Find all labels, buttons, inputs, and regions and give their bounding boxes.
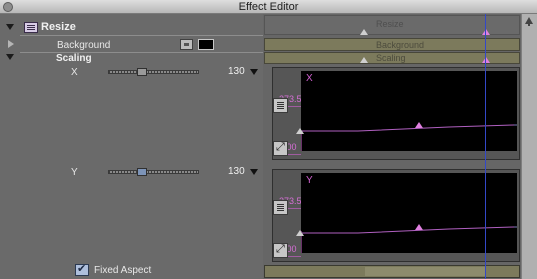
y-slider[interactable] — [108, 170, 199, 174]
eyedropper-icon[interactable] — [180, 39, 193, 50]
y-value[interactable]: 130 — [228, 166, 245, 177]
resize-track[interactable]: Resize — [264, 15, 520, 35]
fixed-aspect-checkbox[interactable] — [75, 262, 89, 276]
disclosure-triangle-icon[interactable] — [8, 40, 14, 48]
zoom-icon[interactable] — [273, 243, 288, 258]
scaling-label: Scaling — [56, 53, 92, 64]
band-label-background: Background — [376, 40, 425, 50]
band-label-scaling: Scaling — [376, 53, 406, 63]
timeline-position-bar[interactable] — [264, 265, 520, 278]
scroll-up-icon[interactable] — [525, 17, 533, 26]
x-value[interactable]: 130 — [228, 66, 245, 77]
parameter-panel: Resize Background Scaling X 130 Y 130 Fi… — [0, 14, 263, 279]
effect-editor-window: Effect Editor Resize Background Scaling … — [0, 0, 537, 279]
disclosure-triangle-icon[interactable] — [6, 24, 14, 30]
y-graph[interactable]: 273.50 0.00 Y — [272, 169, 520, 262]
keyframe-marker-selected[interactable] — [482, 29, 490, 35]
keyframe-timeline: Resize Background Scaling 273.50 0.00 X — [263, 14, 521, 279]
scaling-track[interactable]: Scaling — [264, 52, 520, 64]
chevron-down-icon[interactable] — [250, 69, 258, 75]
background-color-swatch[interactable] — [198, 39, 214, 50]
background-track[interactable]: Background — [264, 38, 520, 51]
background-label: Background — [57, 40, 111, 51]
disclosure-triangle-icon[interactable] — [6, 54, 14, 60]
divider — [20, 35, 263, 36]
x-slider[interactable] — [108, 70, 199, 74]
chevron-down-icon[interactable] — [250, 169, 258, 175]
playhead[interactable] — [485, 14, 486, 279]
x-graph[interactable]: 273.50 0.00 X — [272, 67, 520, 160]
band-label-resize: Resize — [376, 19, 404, 29]
vertical-scrollbar[interactable] — [521, 14, 537, 279]
keyframe-marker[interactable] — [360, 29, 368, 35]
timeline-range[interactable] — [365, 267, 485, 276]
keyframe-point-selected[interactable] — [415, 224, 423, 230]
window-title: Effect Editor — [238, 1, 299, 13]
effect-name: Resize — [41, 21, 76, 33]
keyframe-point[interactable] — [296, 128, 304, 134]
list-icon[interactable] — [273, 98, 288, 113]
keyframe-marker[interactable] — [360, 57, 368, 63]
keyframe-point-selected[interactable] — [415, 122, 423, 128]
y-label: Y — [71, 167, 78, 178]
fixed-aspect-label: Fixed Aspect — [94, 265, 152, 276]
y-slider-thumb[interactable] — [137, 168, 147, 176]
x-label: X — [71, 67, 78, 78]
list-icon[interactable] — [273, 200, 288, 215]
resize-effect-icon — [24, 22, 38, 33]
zoom-icon[interactable] — [273, 141, 288, 156]
x-slider-thumb[interactable] — [137, 68, 147, 76]
keyframe-marker-selected[interactable] — [482, 57, 490, 63]
keyframe-point[interactable] — [296, 230, 304, 236]
title-bar[interactable]: Effect Editor — [0, 0, 537, 14]
